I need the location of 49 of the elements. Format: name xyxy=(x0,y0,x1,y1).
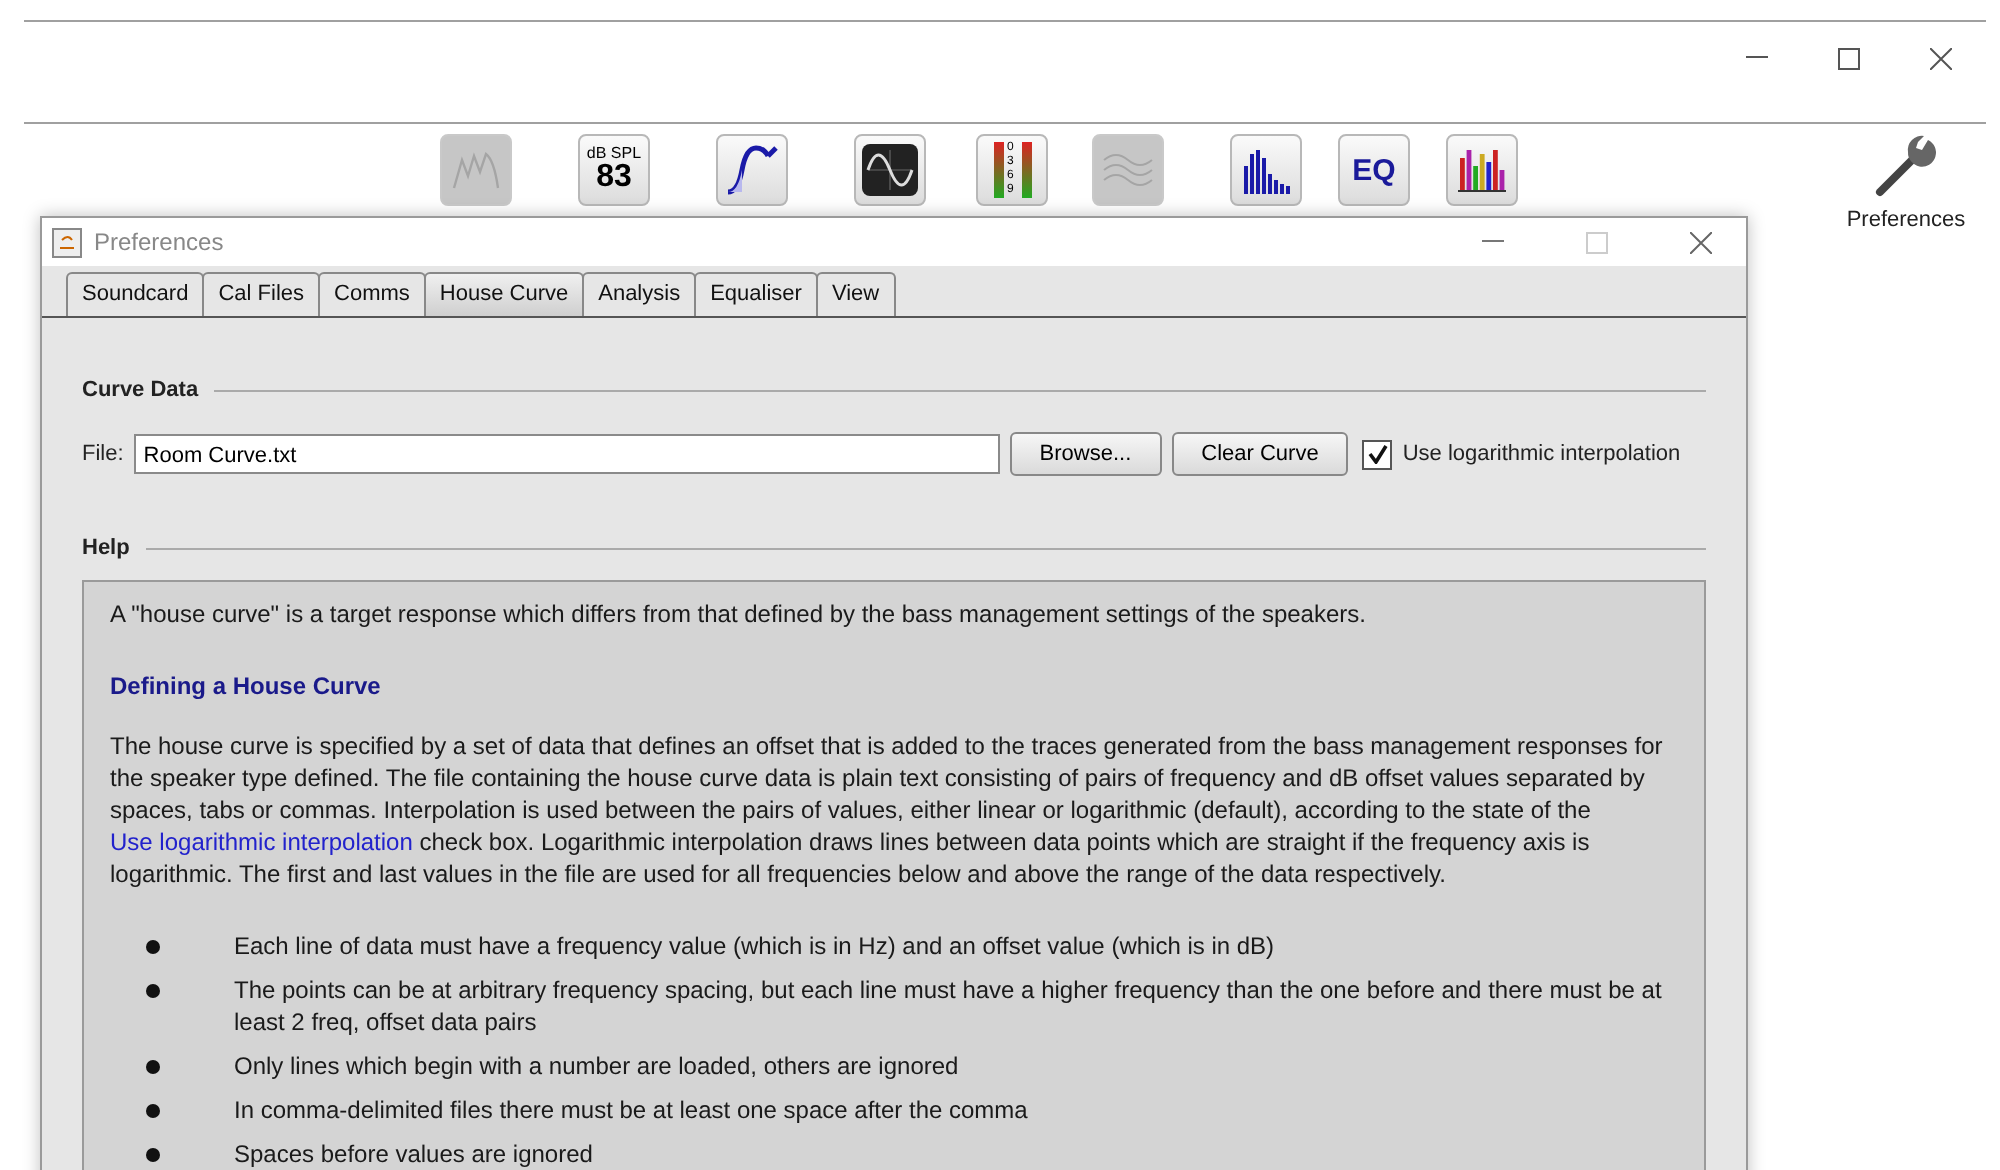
section-heading: Help xyxy=(82,536,130,560)
maximize-icon[interactable] xyxy=(1837,47,1859,69)
close-icon[interactable] xyxy=(1689,231,1711,253)
bullet-text: Only lines which begin with a number are loaded, others are ignored xyxy=(234,1050,959,1082)
help-heading: Defining a House Curve xyxy=(110,670,383,702)
tab[interactable]: House Curve xyxy=(423,272,585,316)
bullet-icon xyxy=(146,1104,160,1118)
close-icon[interactable] xyxy=(1929,47,1951,69)
toolbar-button[interactable] xyxy=(1446,134,1518,206)
bullet-icon xyxy=(146,1060,160,1074)
toolbar-button[interactable] xyxy=(716,134,788,206)
field-label: File: xyxy=(82,442,124,466)
help-link[interactable]: Use logarithmic interpolation xyxy=(110,828,413,856)
toolbar-button[interactable]: dB SPL 83 xyxy=(578,134,650,206)
tab[interactable]: View xyxy=(815,272,896,316)
file-field[interactable]: Room Curve.txt xyxy=(133,434,1000,474)
spl-meter-icon: dB SPL 83 xyxy=(586,146,642,194)
bullet-icon xyxy=(146,1148,160,1162)
bullet-text: Each line of data must have a frequency value (which is in Hz) and an offset value (which is in dB) xyxy=(234,930,1275,962)
waterfall-graph-icon xyxy=(450,148,502,192)
dialog-title: Preferences xyxy=(94,228,226,256)
sine-wave-icon xyxy=(724,144,780,196)
waves-icon xyxy=(1100,148,1156,192)
bullet-icon xyxy=(146,984,160,998)
checkbox-label: Use logarithmic interpolation xyxy=(1402,442,1681,466)
maximize-icon xyxy=(1585,231,1607,253)
checkbox[interactable] xyxy=(1362,439,1393,469)
bullet-text: In comma-delimited files there must be at least one space after the comma xyxy=(234,1094,1028,1126)
wrench-icon xyxy=(1872,132,1940,200)
java-app-icon xyxy=(52,227,82,257)
bullet-text: Spaces before values are ignored xyxy=(234,1138,593,1170)
bullet-text: The points can be at arbitrary frequency spacing, but each line must have a higher frequency than the one before and there must be at least 2 freq, offset data pairs xyxy=(234,974,1664,1038)
help-text: A "house curve" is a target response which differs from that defined by the bass management settings of the speakers. xyxy=(110,598,1368,630)
bar-graph-icon xyxy=(1240,146,1292,194)
tab[interactable]: Soundcard xyxy=(66,272,205,316)
toolbar-button[interactable] xyxy=(854,134,926,206)
minimize-icon[interactable] xyxy=(1481,240,1503,244)
section-heading: Curve Data xyxy=(82,378,199,402)
toolbar-button[interactable]: EQ xyxy=(1338,134,1410,206)
bar-chart-icon xyxy=(1456,146,1508,194)
help-paragraph: The house curve is specified by a set of data that defines an offset that is added to the traces generated from the bass management responses for the speaker type defined. The file containing the house curve data is plain text consisting of pairs of frequency and dB offset values separated by spaces, tabs or commas. Interpolation is used between the pairs of values, either linear or logarithmic (default), according to the state of the Use logarithmic interpolation check box. Logarithmic interpolation draws lines between data points which are straight if the frequency axis is logarithmic. The first and last values in the file are used for all frequencies below and above the range of the data respectively. xyxy=(110,730,1665,890)
preferences-button[interactable]: Preferences xyxy=(1846,132,1966,232)
eq-icon: EQ xyxy=(1352,153,1396,187)
toolbar-button[interactable] xyxy=(1230,134,1302,206)
browse-button[interactable]: Browse... xyxy=(1009,432,1162,476)
clear-curve-button[interactable]: Clear Curve xyxy=(1171,432,1349,476)
oscilloscope-icon xyxy=(862,144,918,196)
bullet-icon xyxy=(146,940,160,954)
minimize-icon[interactable] xyxy=(1745,56,1767,60)
